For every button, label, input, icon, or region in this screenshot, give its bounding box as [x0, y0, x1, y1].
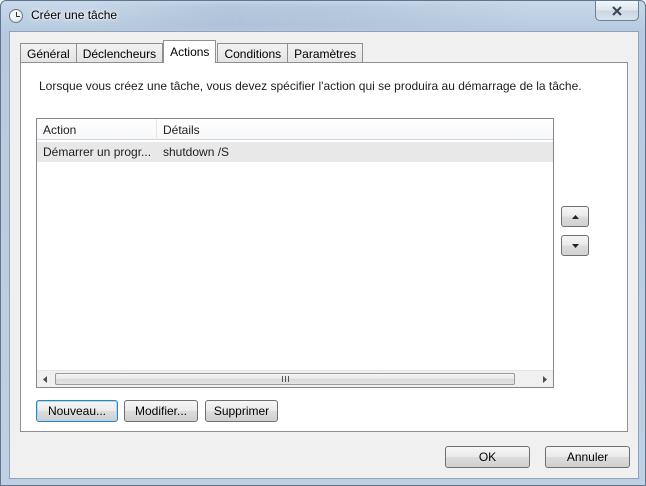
- titlebar-background: [91, 3, 531, 29]
- actions-intro-text: Lorsque vous créez une tâche, vous devez…: [39, 79, 582, 93]
- column-header-action[interactable]: Action: [37, 119, 157, 140]
- arrow-right-icon: [543, 375, 547, 383]
- close-icon: [612, 5, 622, 16]
- actions-list[interactable]: Action Détails Démarrer un progr... shut…: [36, 118, 554, 388]
- tab-conditions[interactable]: Conditions: [217, 43, 289, 63]
- actions-tab-page: Lorsque vous créez une tâche, vous devez…: [20, 62, 628, 432]
- list-header: Action Détails: [37, 119, 553, 140]
- move-down-button[interactable]: [561, 235, 589, 256]
- edit-action-button[interactable]: Modifier...: [124, 400, 198, 422]
- tab-actions[interactable]: Actions: [163, 40, 217, 63]
- arrow-down-icon: [571, 243, 579, 248]
- grip-icon: [281, 376, 289, 382]
- tab-strip: Général Déclencheurs Actions Conditions …: [20, 40, 364, 63]
- list-item[interactable]: Démarrer un progr... shutdown /S: [37, 142, 553, 162]
- dialog-client-area: Général Déclencheurs Actions Conditions …: [9, 31, 639, 479]
- scroll-right-button[interactable]: [536, 371, 553, 387]
- new-action-button[interactable]: Nouveau...: [36, 400, 118, 422]
- horizontal-scrollbar[interactable]: [37, 370, 553, 387]
- cancel-button[interactable]: Annuler: [545, 446, 630, 468]
- details-cell: shutdown /S: [163, 145, 230, 159]
- ok-button[interactable]: OK: [445, 446, 530, 468]
- tab-settings[interactable]: Paramètres: [287, 43, 364, 63]
- tab-triggers[interactable]: Déclencheurs: [75, 43, 164, 63]
- window-title: Créer une tâche: [31, 8, 118, 22]
- delete-action-button[interactable]: Supprimer: [205, 400, 278, 422]
- action-cell: Démarrer un progr...: [43, 145, 152, 159]
- arrow-left-icon: [43, 375, 47, 383]
- tab-general[interactable]: Général: [20, 43, 77, 63]
- dialog-window: Créer une tâche Général Déclencheurs Act…: [0, 0, 646, 486]
- scroll-thumb[interactable]: [55, 373, 515, 385]
- clock-icon: [9, 9, 23, 23]
- scroll-left-button[interactable]: [37, 371, 54, 387]
- move-up-button[interactable]: [561, 206, 589, 227]
- column-header-details[interactable]: Détails: [157, 119, 553, 140]
- arrow-up-icon: [571, 214, 579, 219]
- close-button[interactable]: [595, 1, 639, 21]
